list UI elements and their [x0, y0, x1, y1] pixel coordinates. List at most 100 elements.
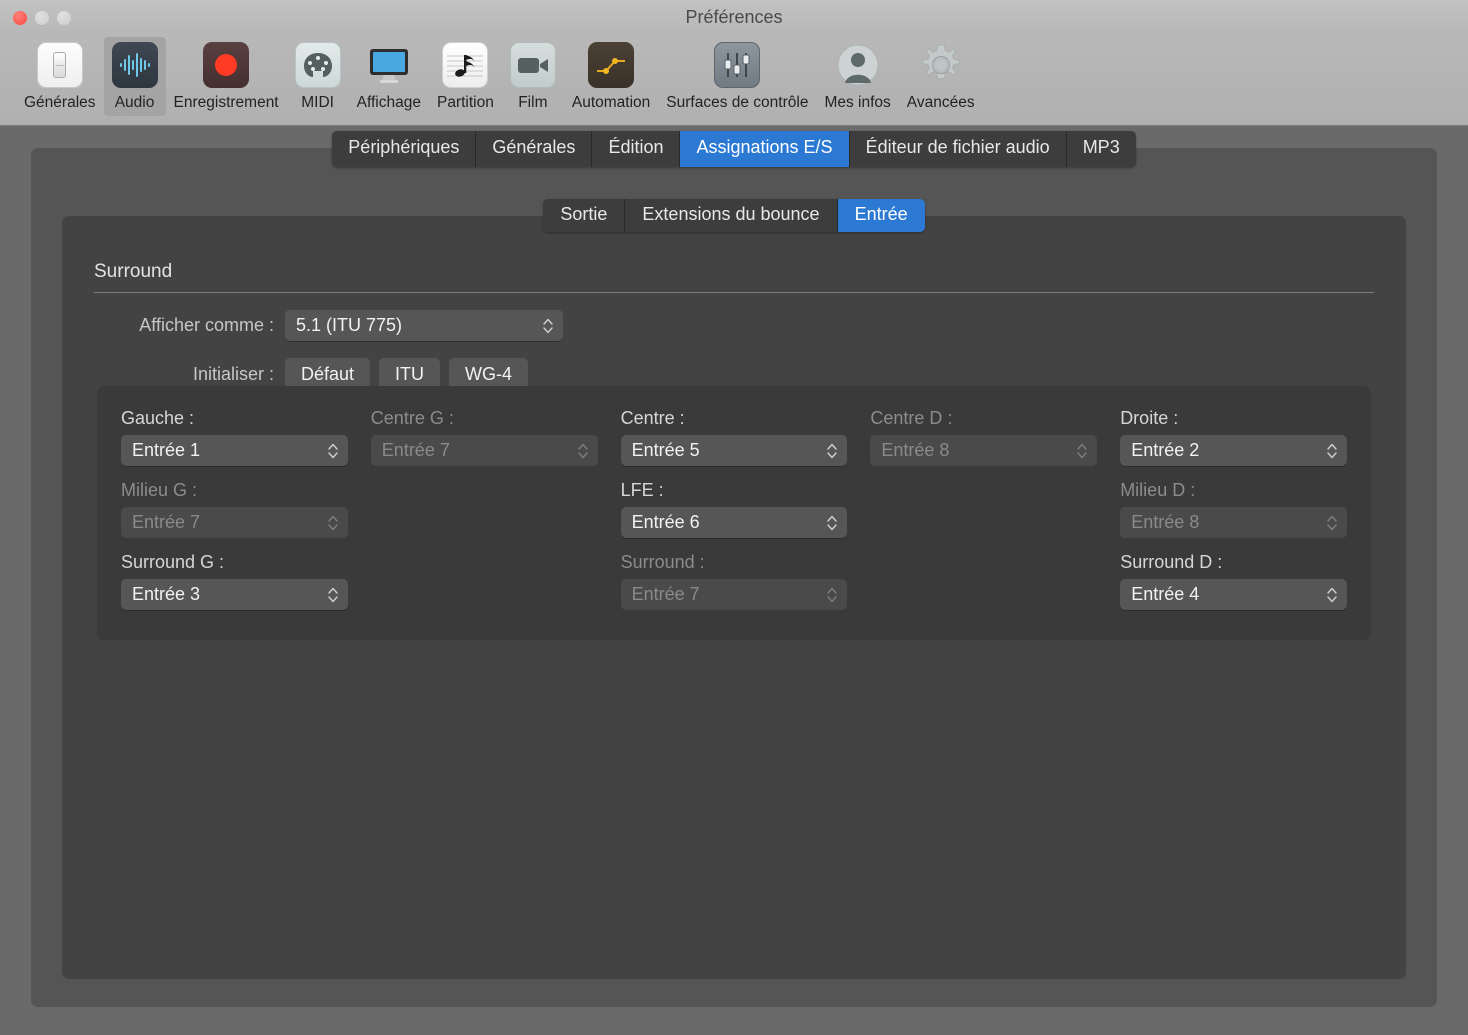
display-as-select[interactable]: 5.1 (ITU 775): [285, 310, 563, 341]
toolbar-item-label: Film: [518, 94, 547, 112]
toolbar-item-enregistrement[interactable]: Enregistrement: [166, 37, 287, 116]
toolbar-item-partition[interactable]: Partition: [429, 37, 502, 116]
toolbar-item-label: Générales: [24, 94, 96, 112]
toolbar-item-label: Audio: [115, 94, 155, 112]
display-as-row: Afficher comme : 5.1 (ITU 775): [94, 310, 1374, 341]
chevron-updown-icon: [542, 316, 554, 335]
main-tab-bar: Périphériques Générales Édition Assignat…: [31, 131, 1437, 167]
toolbar-item-label: Surfaces de contrôle: [666, 94, 808, 112]
channel-label: Centre :: [621, 408, 848, 429]
channel-select-lfe[interactable]: Entrée 6: [621, 507, 848, 538]
toolbar-item-mes-infos[interactable]: Mes infos: [816, 37, 898, 116]
channel-value: Entrée 1: [132, 440, 200, 461]
channel-grid: Gauche : Entrée 1 Centre G :: [121, 408, 1347, 616]
channel-cell-milieu-d: Milieu D : Entrée 8: [1120, 480, 1347, 544]
tab-mp3[interactable]: MP3: [1067, 131, 1136, 167]
channel-value: Entrée 5: [632, 440, 700, 461]
channel-select-milieu-g[interactable]: Entrée 7: [121, 507, 348, 538]
toolbar-item-surfaces-de-controle[interactable]: Surfaces de contrôle: [658, 37, 816, 116]
preferences-pane: Périphériques Générales Édition Assignat…: [31, 148, 1437, 1007]
chevron-updown-icon: [826, 585, 838, 604]
subtab-extensions-du-bounce[interactable]: Extensions du bounce: [625, 199, 837, 232]
channel-select-surround-d[interactable]: Entrée 4: [1120, 579, 1347, 610]
channel-cell-droite: Droite : Entrée 2: [1120, 408, 1347, 472]
toolbar-item-label: Avancées: [907, 94, 975, 112]
channel-select-centre-d[interactable]: Entrée 8: [870, 435, 1097, 466]
chevron-updown-icon: [1326, 585, 1338, 604]
chevron-updown-icon: [327, 513, 339, 532]
channel-cell-centre: Centre : Entrée 5: [621, 408, 848, 472]
channel-cell-spacer: [870, 552, 1097, 616]
chevron-updown-icon: [1076, 441, 1088, 460]
channel-select-centre-g[interactable]: Entrée 7: [371, 435, 598, 466]
chevron-updown-icon: [327, 441, 339, 460]
channel-value: Entrée 8: [1131, 512, 1199, 533]
switch-icon: [37, 42, 83, 88]
chevron-updown-icon: [826, 441, 838, 460]
gear-icon: [918, 42, 964, 88]
toolbar-item-film[interactable]: Film: [502, 37, 564, 116]
channel-select-gauche[interactable]: Entrée 1: [121, 435, 348, 466]
title-bar: Préférences: [0, 0, 1468, 37]
faders-icon: [714, 42, 760, 88]
content-area: Périphériques Générales Édition Assignat…: [0, 126, 1468, 1035]
channel-cell-spacer: [371, 552, 598, 616]
subtab-entree[interactable]: Entrée: [838, 199, 925, 232]
preferences-window: Préférences Générales: [0, 0, 1468, 1035]
channel-select-centre[interactable]: Entrée 5: [621, 435, 848, 466]
channel-cell-centre-d: Centre D : Entrée 8: [870, 408, 1097, 472]
chevron-updown-icon: [327, 585, 339, 604]
io-assignments-pane: Sortie Extensions du bounce Entrée Surro…: [62, 216, 1406, 979]
channel-label: LFE :: [621, 480, 848, 501]
channel-label: Surround :: [621, 552, 848, 573]
tab-edition[interactable]: Édition: [592, 131, 680, 167]
subtab-sortie[interactable]: Sortie: [543, 199, 625, 232]
toolbar-item-midi[interactable]: MIDI: [287, 37, 349, 116]
channel-cell-lfe: LFE : Entrée 6: [621, 480, 848, 544]
channel-cell-spacer: [371, 480, 598, 544]
channel-cell-gauche: Gauche : Entrée 1: [121, 408, 348, 472]
midi-connector-icon: [295, 42, 341, 88]
surround-section: Surround Afficher comme : 5.1 (ITU 775): [94, 261, 1374, 390]
channel-label: Surround D :: [1120, 552, 1347, 573]
toolbar-item-affichage[interactable]: Affichage: [349, 37, 429, 116]
channel-value: Entrée 7: [382, 440, 450, 461]
chevron-updown-icon: [577, 441, 589, 460]
chevron-updown-icon: [1326, 513, 1338, 532]
display-as-label: Afficher comme :: [94, 315, 285, 336]
channel-value: Entrée 8: [881, 440, 949, 461]
channel-label: Milieu G :: [121, 480, 348, 501]
toolbar-item-audio[interactable]: Audio: [104, 37, 166, 116]
waveform-icon: [112, 42, 158, 88]
toolbar-item-automation[interactable]: Automation: [564, 37, 658, 116]
channel-label: Centre G :: [371, 408, 598, 429]
channel-cell-milieu-g: Milieu G : Entrée 7: [121, 480, 348, 544]
toolbar-item-label: Affichage: [357, 94, 421, 112]
channel-value: Entrée 2: [1131, 440, 1199, 461]
toolbar-item-label: Partition: [437, 94, 494, 112]
channel-cell-surround-d: Surround D : Entrée 4: [1120, 552, 1347, 616]
user-avatar-icon: [835, 42, 881, 88]
record-dot-icon: [203, 42, 249, 88]
music-note-icon: [442, 42, 488, 88]
toolbar-item-label: Automation: [572, 94, 650, 112]
initialize-label: Initialiser :: [94, 364, 285, 385]
channel-select-surround-g[interactable]: Entrée 3: [121, 579, 348, 610]
tab-peripheriques[interactable]: Périphériques: [332, 131, 476, 167]
sub-tab-group: Sortie Extensions du bounce Entrée: [543, 199, 924, 232]
channel-label: Droite :: [1120, 408, 1347, 429]
tab-editeur-de-fichier-audio[interactable]: Éditeur de fichier audio: [850, 131, 1067, 167]
channel-select-surround[interactable]: Entrée 7: [621, 579, 848, 610]
toolbar-item-generales[interactable]: Générales: [16, 37, 104, 116]
surround-channel-grid: Gauche : Entrée 1 Centre G :: [97, 386, 1371, 640]
channel-select-milieu-d[interactable]: Entrée 8: [1120, 507, 1347, 538]
channel-value: Entrée 7: [132, 512, 200, 533]
channel-select-droite[interactable]: Entrée 2: [1120, 435, 1347, 466]
section-title: Surround: [94, 261, 1374, 292]
channel-label: Milieu D :: [1120, 480, 1347, 501]
tab-assignations-es[interactable]: Assignations E/S: [680, 131, 849, 167]
tab-generales[interactable]: Générales: [476, 131, 592, 167]
channel-value: Entrée 4: [1131, 584, 1199, 605]
display-as-value: 5.1 (ITU 775): [296, 315, 402, 336]
toolbar-item-avancees[interactable]: Avancées: [899, 37, 983, 116]
